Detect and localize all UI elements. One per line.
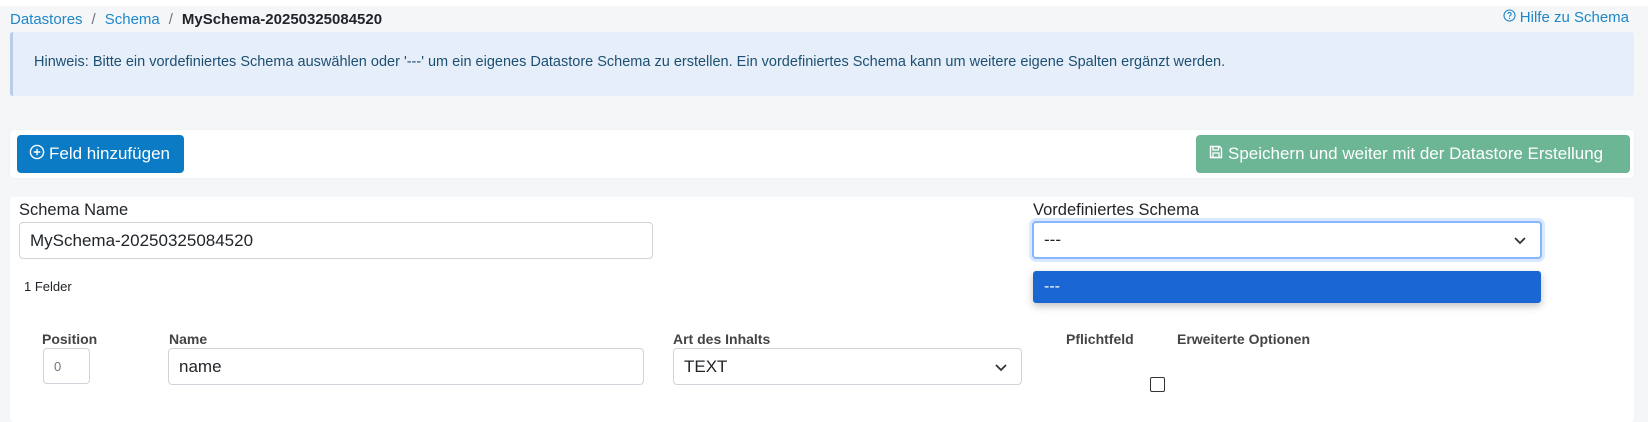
help-label: Hilfe zu Schema [1519,9,1629,26]
breadcrumb-datastores[interactable]: Datastores [10,11,83,28]
breadcrumb-current: MySchema-20250325084520 [181,11,383,28]
floppy-disk-icon [1208,144,1224,165]
breadcrumb-schema[interactable]: Schema [105,11,160,28]
schema-name-input[interactable]: MySchema-20250325084520 [19,222,653,259]
position-input[interactable]: 0 [43,348,90,384]
add-field-button[interactable]: Feld hinzufügen [17,135,184,173]
chevron-down-icon [995,363,1007,371]
alert-text: Hinweis: Bitte ein vordefiniertes Schema… [34,54,1226,70]
content-type-value: TEXT [684,356,728,376]
predefined-schema-value: --- [1044,230,1061,249]
top-strip [0,0,1648,6]
toolbar: Feld hinzufügen Speichern und weiter mit… [10,130,1634,178]
col-header-pflicht: Pflichtfeld [1066,331,1134,347]
position-value: 0 [54,358,62,374]
predefined-schema-option[interactable]: --- [1033,271,1541,303]
breadcrumb-separator: / [168,11,173,28]
required-checkbox[interactable] [1150,377,1165,392]
field-count: 1 Felder [24,279,72,294]
col-header-art: Art des Inhalts [673,331,771,347]
question-circle-icon [1503,9,1516,26]
col-header-position: Position [42,331,98,347]
schema-name-value: MySchema-20250325084520 [30,230,254,250]
plus-circle-icon [29,144,45,165]
add-field-label: Feld hinzufügen [49,144,170,163]
content-type-select[interactable]: TEXT [673,348,1022,385]
predefined-schema-label: Vordefiniertes Schema [1033,201,1200,219]
schema-name-label: Schema Name [19,201,129,219]
breadcrumb: Datastores / Schema / MySchema-202503250… [10,11,382,28]
predefined-schema-select[interactable]: --- [1032,221,1542,259]
save-continue-label: Speichern und weiter mit der Datastore E… [1228,144,1604,163]
field-name-value: name [179,356,222,376]
chevron-down-icon [1514,237,1526,245]
breadcrumb-separator: / [91,11,96,28]
info-alert: Hinweis: Bitte ein vordefiniertes Schema… [10,32,1634,96]
field-name-input[interactable]: name [168,348,644,385]
col-header-erweitert: Erweiterte Optionen [1177,331,1311,347]
save-continue-button[interactable]: Speichern und weiter mit der Datastore E… [1196,135,1630,173]
dropdown-option-label: --- [1044,278,1060,295]
col-header-name: Name [169,331,208,347]
help-link[interactable]: Hilfe zu Schema [1503,9,1629,26]
